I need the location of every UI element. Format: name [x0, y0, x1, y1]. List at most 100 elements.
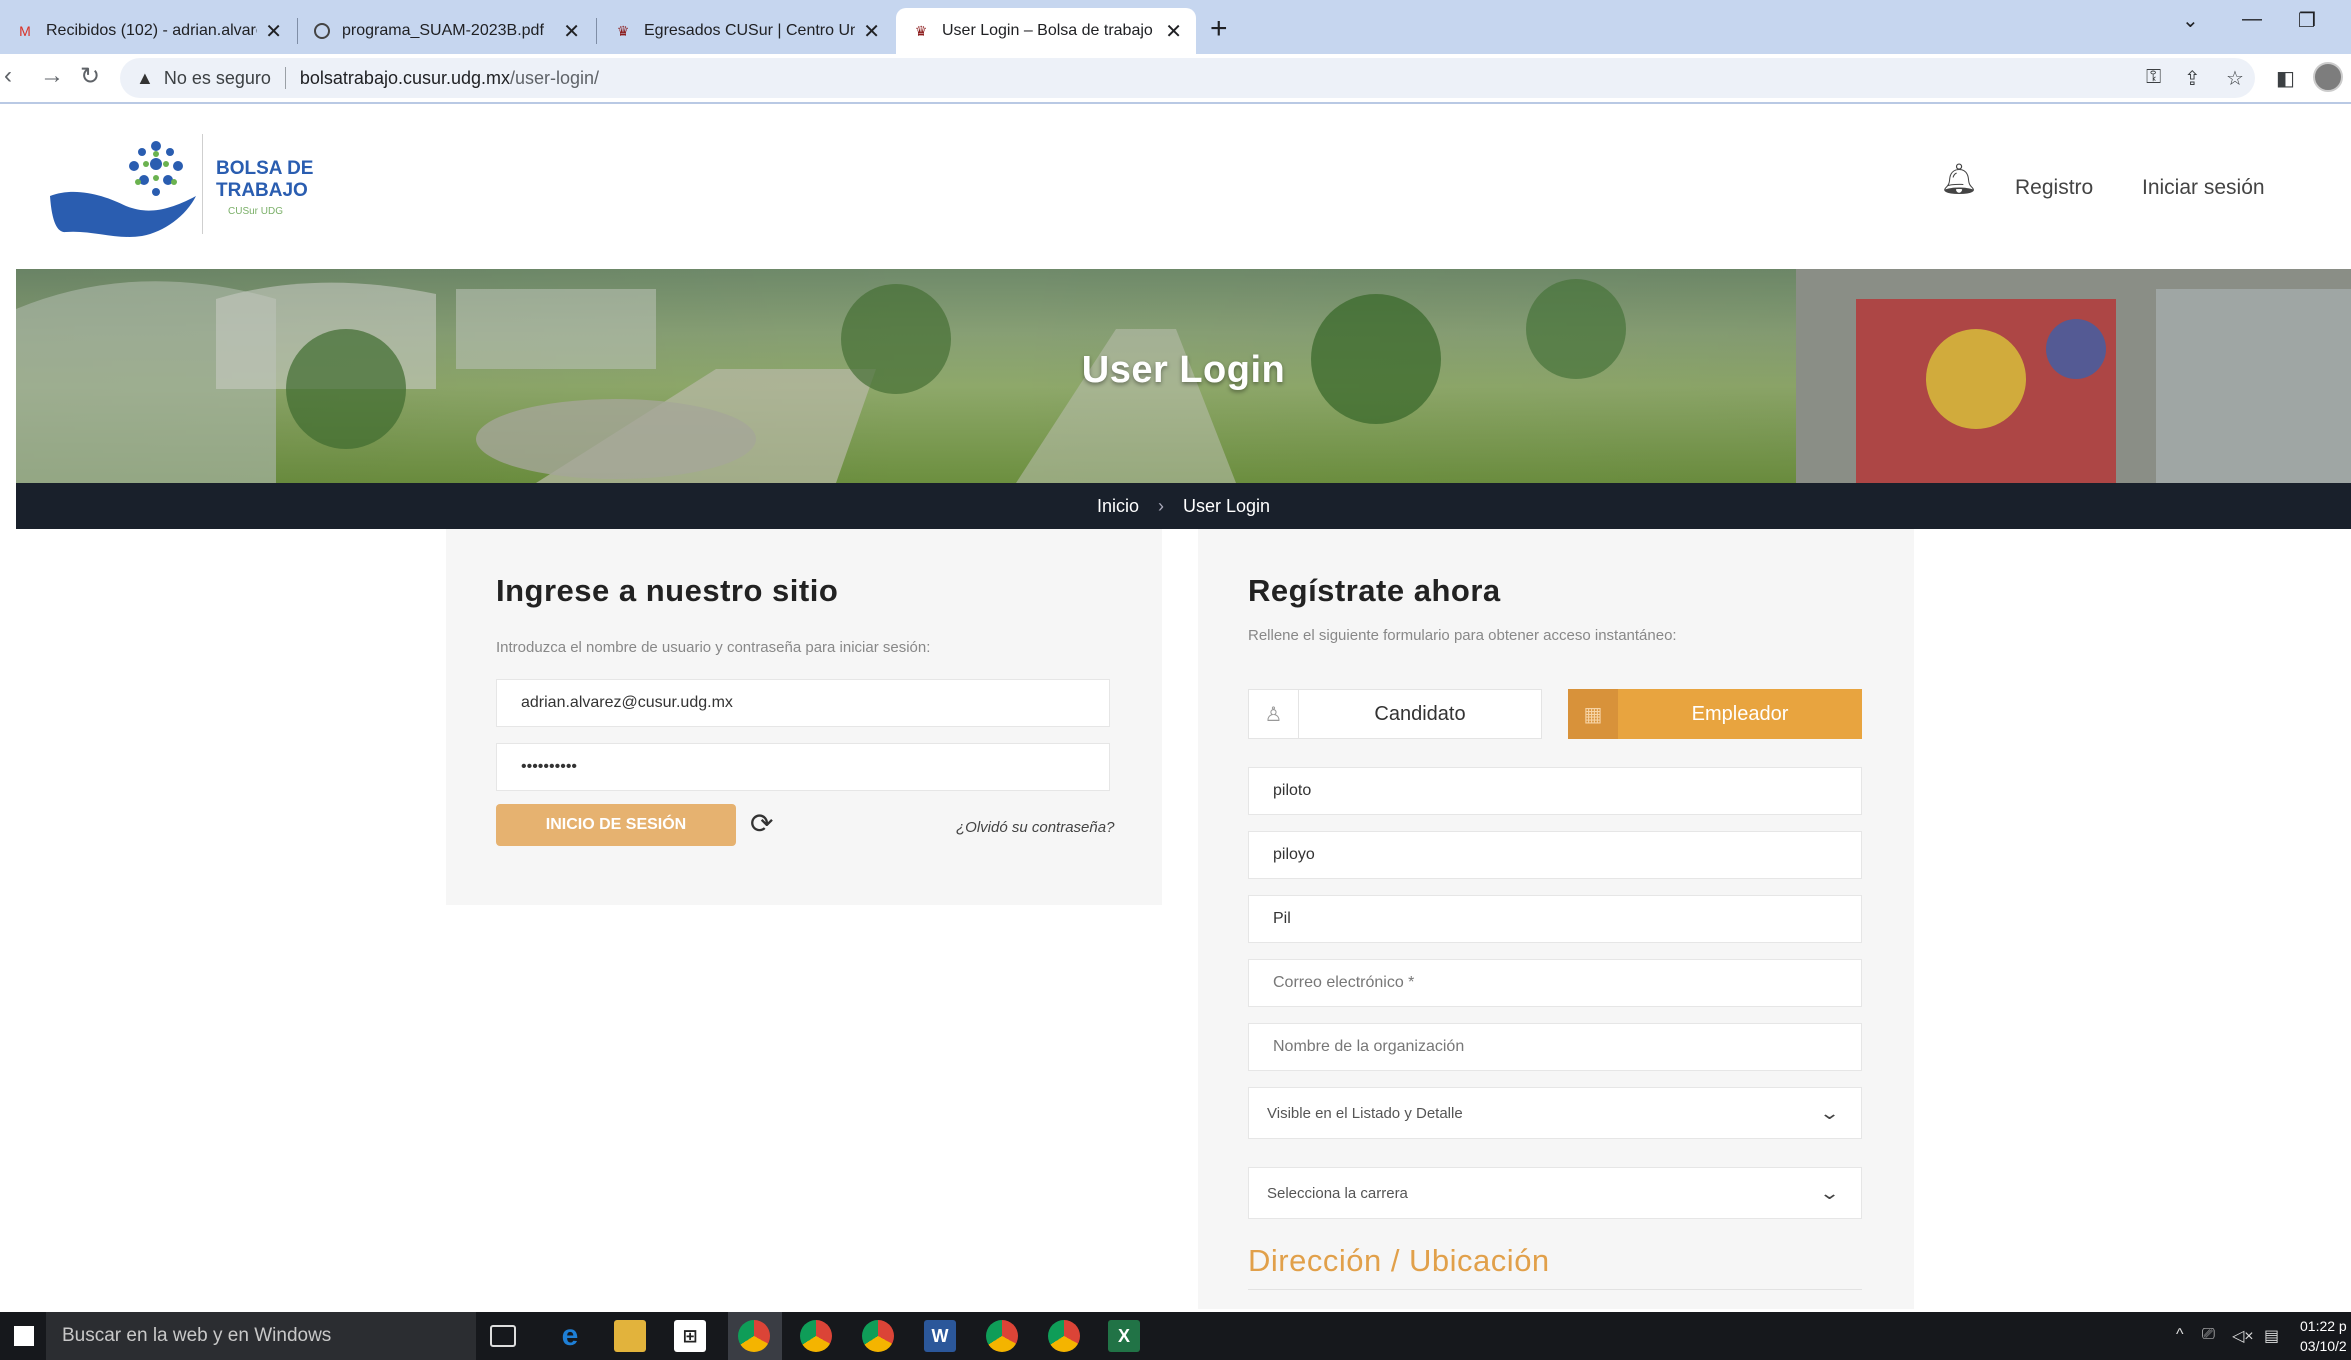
- chevron-down-icon: ⌄: [1818, 1182, 1841, 1203]
- tab-title: Egresados CUSur | Centro Unive: [644, 22, 856, 39]
- username-register-field[interactable]: Pil: [1248, 895, 1862, 943]
- hand-globe-logo-icon: [50, 141, 196, 237]
- login-title: Ingrese a nuestro sitio: [496, 573, 839, 608]
- user-icon: ♙: [1249, 689, 1299, 739]
- start-icon[interactable]: [14, 1326, 34, 1346]
- login-submit-button[interactable]: INICIO DE SESIÓN: [496, 804, 736, 846]
- tab-gmail[interactable]: M Recibidos (102) - adrian.alvarez@ ✕: [0, 8, 296, 54]
- email-field[interactable]: Correo electrónico *: [1248, 959, 1862, 1007]
- section-divider: [1248, 1289, 1862, 1290]
- new-tab-icon[interactable]: +: [1210, 12, 1228, 46]
- logo-line-1: BOLSA DE: [216, 158, 314, 179]
- tab-strip: M Recibidos (102) - adrian.alvarez@ ✕ pr…: [0, 0, 2351, 54]
- gmail-icon: M: [19, 23, 31, 39]
- logo-text: BOLSA DE TRABAJO: [216, 158, 313, 202]
- side-panel-icon[interactable]: ◧: [2276, 66, 2295, 91]
- logo-line-2: TRABAJO: [216, 180, 308, 201]
- close-icon[interactable]: ✕: [563, 19, 580, 44]
- chevron-right-icon: ›: [1157, 496, 1164, 516]
- visibility-select-value: Visible en el Listado y Detalle: [1267, 1104, 1463, 1122]
- career-select[interactable]: Selecciona la carrera ⌄: [1248, 1167, 1862, 1219]
- logo-divider: [202, 134, 203, 234]
- chrome-icon[interactable]: [1048, 1320, 1080, 1352]
- password-field[interactable]: ••••••••••: [496, 743, 1110, 791]
- chrome-icon[interactable]: [986, 1320, 1018, 1352]
- star-icon[interactable]: ☆: [2226, 66, 2244, 91]
- visibility-select[interactable]: Visible en el Listado y Detalle ⌄: [1248, 1087, 1862, 1139]
- login-subtitle: Introduzca el nombre de usuario y contra…: [496, 639, 931, 656]
- breadcrumb-current: User Login: [1183, 496, 1271, 516]
- tab-separator: [596, 18, 597, 44]
- tab-egresados[interactable]: ♛ Egresados CUSur | Centro Unive ✕: [598, 8, 894, 54]
- file-explorer-icon[interactable]: [614, 1320, 646, 1352]
- employer-label: Empleador: [1691, 702, 1789, 725]
- store-icon[interactable]: ⊞: [674, 1320, 706, 1352]
- hero-banner: User Login: [16, 269, 2351, 483]
- chrome-icon[interactable]: [800, 1320, 832, 1352]
- forgot-password-link[interactable]: ¿Olvidó su contraseña?: [956, 819, 1114, 836]
- close-icon[interactable]: ✕: [265, 19, 282, 44]
- divider: [284, 67, 286, 89]
- task-view-icon[interactable]: [490, 1325, 516, 1347]
- site-header: BOLSA DE TRABAJO CUSur UDG 🔔︎ Registro I…: [16, 104, 2351, 269]
- login-link[interactable]: Iniciar sesión: [2142, 176, 2265, 200]
- tab-pdf[interactable]: programa_SUAM-2023B.pdf ✕: [298, 8, 594, 54]
- address-bar[interactable]: ▲ No es seguro bolsatrabajo.cusur.udg.mx…: [120, 58, 2255, 98]
- tab-search-icon[interactable]: ⌄: [2182, 8, 2199, 33]
- browser-toolbar: ‹ → ↻ ▲ No es seguro bolsatrabajo.cusur.…: [0, 54, 2351, 104]
- chevron-down-icon: ⌄: [1818, 1102, 1841, 1123]
- close-icon[interactable]: ✕: [863, 19, 880, 44]
- hero-title: User Login: [1081, 349, 1286, 391]
- forward-icon[interactable]: →: [40, 62, 64, 90]
- word-icon[interactable]: W: [924, 1320, 956, 1352]
- restore-icon[interactable]: ❐: [2298, 8, 2316, 33]
- address-section-title: Dirección / Ubicación: [1248, 1243, 1550, 1278]
- edge-icon[interactable]: e: [554, 1319, 586, 1352]
- reload-icon[interactable]: ↻: [80, 62, 100, 91]
- profile-avatar[interactable]: [2313, 62, 2343, 92]
- tab-title: programa_SUAM-2023B.pdf: [342, 22, 544, 39]
- excel-icon[interactable]: X: [1108, 1320, 1140, 1352]
- clock-time: 01:22 p: [2300, 1318, 2347, 1334]
- login-panel: Ingrese a nuestro sitio Introduzca el no…: [446, 529, 1162, 905]
- organization-field[interactable]: Nombre de la organización: [1248, 1023, 1862, 1071]
- building-icon: ▦: [1568, 689, 1618, 739]
- taskbar-search[interactable]: Buscar en la web y en Windows: [46, 1312, 476, 1360]
- volume-icon[interactable]: ◁×: [2232, 1326, 2254, 1346]
- windows-taskbar: Buscar en la web y en Windows e ⊞ W X ^ …: [0, 1312, 2351, 1360]
- tab-title: User Login – Bolsa de trabajo: [942, 22, 1153, 39]
- chevron-up-icon[interactable]: ^: [2176, 1326, 2184, 1344]
- bell-icon[interactable]: 🔔︎: [1940, 162, 1978, 197]
- notifications-icon[interactable]: ▤: [2264, 1326, 2279, 1346]
- key-icon[interactable]: ⚿: [2146, 66, 2161, 89]
- url-host: bolsatrabajo.cusur.udg.mx: [299, 67, 511, 88]
- crest-icon: ♛: [914, 22, 928, 39]
- close-icon[interactable]: ✕: [1165, 19, 1182, 44]
- register-subtitle: Rellene el siguiente formulario para obt…: [1248, 627, 1677, 644]
- globe-icon: [314, 23, 330, 39]
- network-icon[interactable]: ⎚: [2202, 1326, 2215, 1344]
- clock[interactable]: 01:22 p 03/10/2: [2300, 1316, 2347, 1356]
- register-panel: Regístrate ahora Rellene el siguiente fo…: [1198, 529, 1914, 1309]
- security-label[interactable]: No es seguro: [164, 68, 271, 89]
- clock-date: 03/10/2: [2300, 1338, 2347, 1354]
- minimize-icon[interactable]: —: [2242, 8, 2262, 31]
- url-path: /user-login/: [510, 67, 600, 88]
- employer-role-button[interactable]: ▦ Empleador: [1568, 689, 1862, 739]
- tab-title: Recibidos (102) - adrian.alvarez@: [46, 22, 257, 39]
- chrome-icon[interactable]: [738, 1320, 770, 1352]
- username-field[interactable]: adrian.alvarez@cusur.udg.mx: [496, 679, 1110, 727]
- candidate-role-button[interactable]: ♙ Candidato: [1248, 689, 1542, 739]
- warning-icon[interactable]: ▲: [136, 68, 154, 89]
- browser-chrome: M Recibidos (102) - adrian.alvarez@ ✕ pr…: [0, 0, 2351, 104]
- first-name-field[interactable]: piloto: [1248, 767, 1862, 815]
- tab-user-login[interactable]: ♛ User Login – Bolsa de trabajo ✕: [896, 8, 1196, 54]
- last-name-field[interactable]: piloyo: [1248, 831, 1862, 879]
- breadcrumb: Inicio › User Login: [16, 496, 2351, 517]
- breadcrumb-home[interactable]: Inicio: [1097, 496, 1139, 516]
- refresh-icon[interactable]: ⟳: [750, 807, 773, 840]
- register-link[interactable]: Registro: [2015, 176, 2093, 200]
- share-icon[interactable]: ⇪: [2184, 66, 2201, 91]
- chrome-icon[interactable]: [862, 1320, 894, 1352]
- back-icon[interactable]: ‹: [4, 62, 12, 90]
